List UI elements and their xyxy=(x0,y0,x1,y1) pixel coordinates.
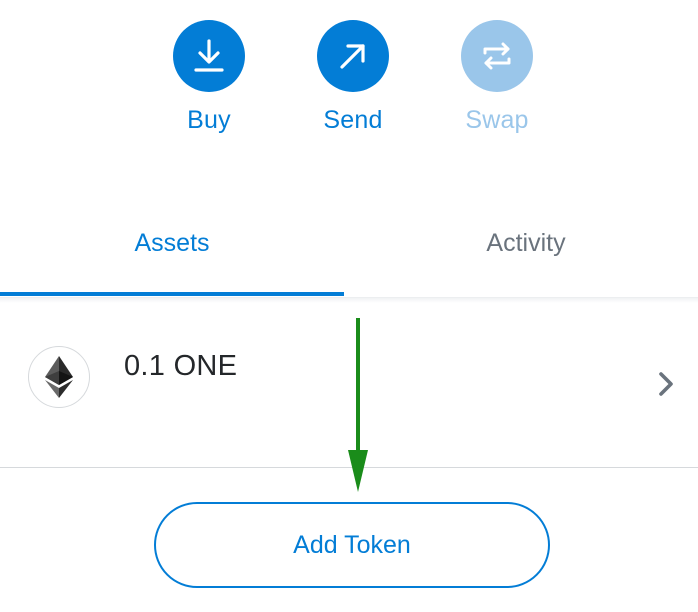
swap-button[interactable]: Swap xyxy=(442,20,552,135)
annotation-arrow-icon xyxy=(348,318,368,492)
asset-balance: 0.1 ONE xyxy=(124,350,238,382)
arrow-up-right-icon xyxy=(340,44,365,69)
send-label: Send xyxy=(323,106,383,134)
add-token-button[interactable]: Add Token xyxy=(154,502,550,588)
swap-arrows-icon xyxy=(483,42,511,70)
chevron-right-icon xyxy=(659,372,673,396)
send-circle[interactable] xyxy=(317,20,389,92)
tab-bar: Assets Activity xyxy=(0,200,698,298)
token-avatar xyxy=(28,346,90,408)
ethereum-icon xyxy=(45,356,73,398)
swap-label: Swap xyxy=(465,106,529,134)
buy-label: Buy xyxy=(187,106,231,134)
download-icon xyxy=(194,39,224,72)
swap-circle[interactable] xyxy=(461,20,533,92)
send-button[interactable]: Send xyxy=(298,20,408,135)
buy-button[interactable]: Buy xyxy=(154,20,264,135)
tab-active-indicator xyxy=(0,292,344,296)
buy-circle[interactable] xyxy=(173,20,245,92)
wallet-home: Buy Send Swap Assets Activity 0.1 ONE Ad… xyxy=(0,0,698,612)
tab-assets[interactable]: Assets xyxy=(0,200,344,296)
tab-activity[interactable]: Activity xyxy=(354,200,698,296)
